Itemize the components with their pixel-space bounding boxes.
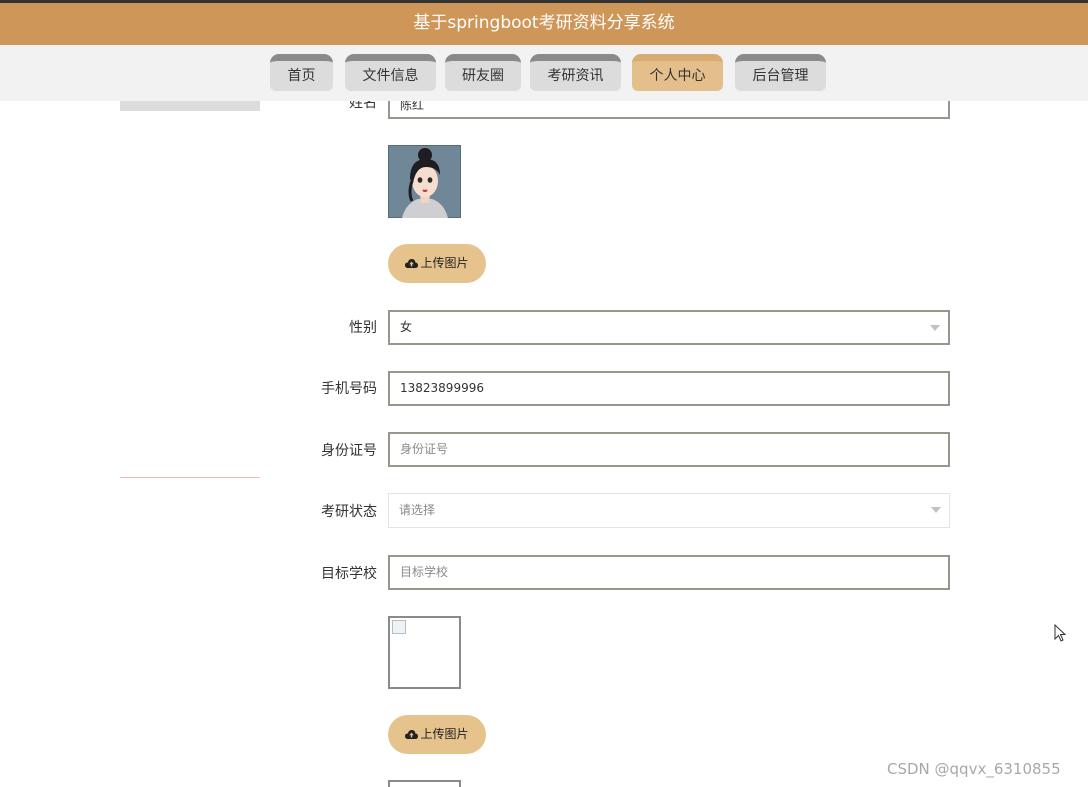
target-school-label: 目标学校 — [321, 566, 377, 582]
app-header: 基于springboot考研资料分享系统 — [0, 0, 1088, 45]
side-menu-divider — [120, 477, 260, 478]
nav-tab-personal-center[interactable]: 个人中心 — [632, 54, 723, 91]
watermark: CSDN @qqvx_6310855 — [887, 760, 1061, 778]
upload-avatar-label: 上传图片 — [420, 256, 469, 270]
phone-field[interactable]: 13823899996 — [388, 371, 950, 406]
avatar-image — [388, 145, 461, 218]
chevron-down-icon — [931, 507, 941, 513]
exam-status-placeholder: 请选择 — [399, 503, 436, 517]
nav-tab-study-circle[interactable]: 研友圈 — [445, 54, 521, 91]
phone-value: 13823899996 — [400, 381, 484, 395]
exam-status-select[interactable]: 请选择 — [388, 493, 950, 528]
next-image-placeholder — [388, 780, 461, 787]
main-nav: 首页 文件信息 研友圈 考研资讯 个人中心 后台管理 — [0, 45, 1088, 101]
target-school-field[interactable]: 目标学校 — [388, 555, 950, 590]
id-card-label: 身份证号 — [321, 443, 377, 459]
phone-label: 手机号码 — [321, 381, 377, 397]
mouse-cursor-icon — [1054, 623, 1067, 646]
cloud-upload-icon — [405, 259, 419, 268]
target-school-placeholder: 目标学校 — [400, 565, 449, 579]
chevron-down-icon — [930, 325, 940, 331]
id-card-placeholder: 身份证号 — [400, 442, 449, 456]
nav-tab-home[interactable]: 首页 — [270, 54, 333, 91]
school-image-placeholder — [388, 616, 461, 689]
cloud-upload-icon — [405, 730, 419, 739]
nav-tab-news[interactable]: 考研资讯 — [530, 54, 621, 91]
gender-select[interactable]: 女 — [388, 310, 950, 345]
upload-school-image-button[interactable]: 上传图片 — [388, 715, 486, 754]
upload-avatar-button[interactable]: 上传图片 — [388, 244, 486, 283]
nav-tab-admin[interactable]: 后台管理 — [735, 54, 826, 91]
broken-image-icon — [392, 620, 406, 634]
app-title: 基于springboot考研资料分享系统 — [413, 13, 675, 33]
nav-tab-files[interactable]: 文件信息 — [345, 54, 436, 91]
gender-label: 性别 — [349, 320, 377, 336]
id-card-field[interactable]: 身份证号 — [388, 432, 950, 467]
upload-school-image-label: 上传图片 — [420, 727, 469, 741]
exam-status-label: 考研状态 — [321, 504, 377, 520]
gender-value: 女 — [400, 320, 413, 334]
